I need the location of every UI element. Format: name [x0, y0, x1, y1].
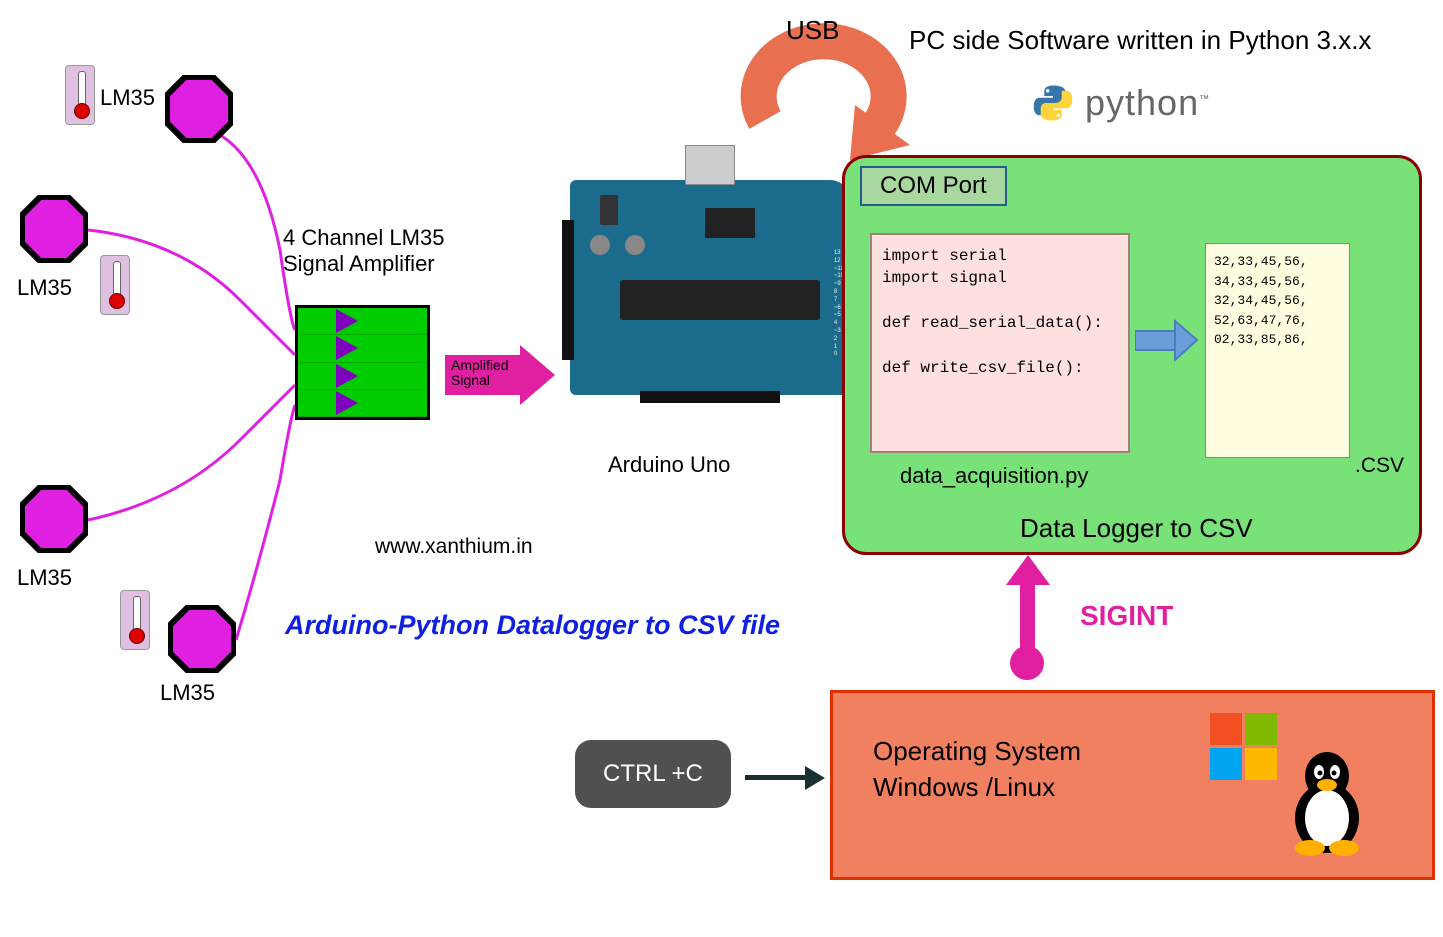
blue-arrow-icon	[1135, 318, 1200, 363]
dark-arrow-head	[805, 766, 825, 790]
amplifier-title: 4 Channel LM35 Signal Amplifier	[283, 225, 444, 277]
pc-side-heading: PC side Software written in Python 3.x.x	[909, 25, 1371, 56]
amplified-signal-arrow: Amplified Signal	[445, 355, 525, 395]
python-text: python™	[1085, 82, 1210, 124]
sensor-label: LM35	[17, 275, 72, 301]
amplifier-box	[295, 305, 430, 420]
arduino-board: 13 12 ~11 ~10 ~9 8 7 ~6 ~5 4 ~3 2 1 0	[570, 180, 850, 395]
os-box: Operating System Windows /Linux	[830, 690, 1435, 880]
ctrl-c-box: CTRL +C	[575, 740, 731, 808]
data-logger-panel: COM Port import serial import signal def…	[842, 155, 1422, 555]
sensor-octagon-icon	[20, 485, 88, 553]
csv-label: .CSV	[1355, 454, 1404, 478]
website-url: www.xanthium.in	[375, 535, 533, 559]
csv-output-box: 32,33,45,56, 34,33,45,56, 32,34,45,56, 5…	[1205, 243, 1350, 458]
windows-logo-icon	[1210, 713, 1277, 780]
thermometer-icon	[100, 255, 130, 315]
diagram-title: Arduino-Python Datalogger to CSV file	[285, 610, 780, 641]
thermometer-icon	[65, 65, 95, 125]
sensor-label: LM35	[17, 565, 72, 591]
sigint-label: SIGINT	[1080, 600, 1173, 632]
sensor-octagon-icon	[168, 605, 236, 673]
arduino-label: Arduino Uno	[608, 452, 730, 478]
sigint-arrow	[1020, 580, 1035, 660]
python-code-box: import serial import signal def read_ser…	[870, 233, 1130, 453]
thermometer-icon	[120, 590, 150, 650]
usb-label: USB	[786, 15, 839, 46]
tux-penguin-icon	[1282, 748, 1372, 858]
sensor-label: LM35	[100, 85, 155, 111]
sensor-octagon-icon	[20, 195, 88, 263]
python-logo-icon	[1032, 82, 1074, 124]
sensor-octagon-icon	[165, 75, 233, 143]
dark-arrow	[745, 775, 805, 780]
code-filename: data_acquisition.py	[900, 463, 1088, 489]
com-port-label: COM Port	[860, 166, 1007, 206]
sensor-label: LM35	[160, 680, 215, 706]
data-logger-label: Data Logger to CSV	[1020, 513, 1253, 544]
